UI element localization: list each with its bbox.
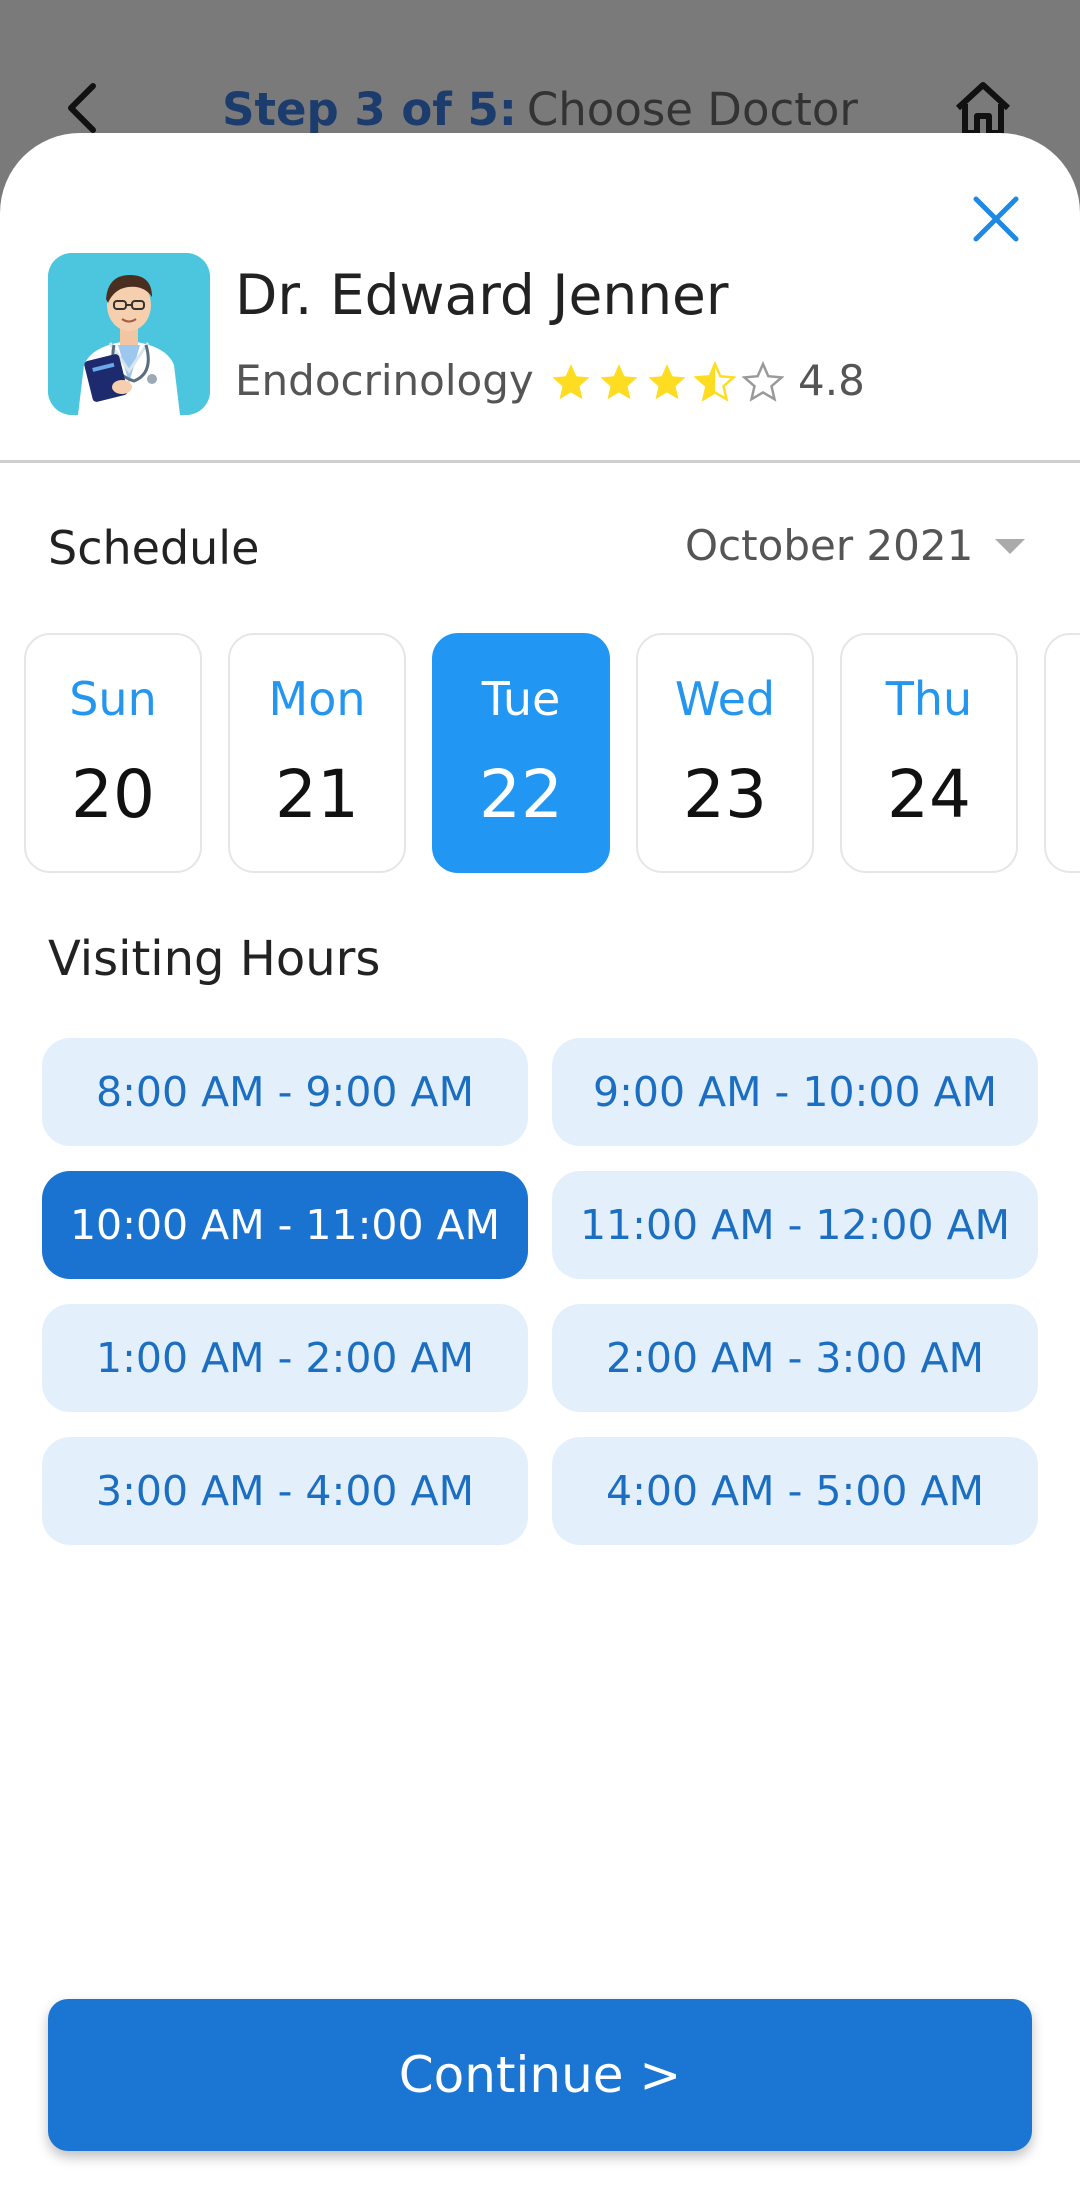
day-number: 21 bbox=[275, 756, 359, 833]
time-slot-button[interactable]: 10:00 AM - 11:00 AM bbox=[42, 1171, 528, 1279]
time-slot-button[interactable]: 9:00 AM - 10:00 AM bbox=[552, 1038, 1038, 1146]
doctor-specialty: Endocrinology bbox=[235, 356, 534, 405]
day-card[interactable]: Thu 24 bbox=[840, 633, 1018, 873]
day-name: Mon bbox=[268, 672, 366, 726]
day-number: 24 bbox=[887, 756, 971, 833]
star-full-icon bbox=[648, 364, 686, 400]
time-slot-button[interactable]: 3:00 AM - 4:00 AM bbox=[42, 1437, 528, 1545]
day-card[interactable] bbox=[1044, 633, 1080, 873]
doctor-name: Dr. Edward Jenner bbox=[235, 263, 729, 327]
continue-button[interactable]: Continue > bbox=[48, 1999, 1032, 2151]
month-dropdown[interactable]: October 2021 bbox=[685, 516, 1026, 576]
day-number: 20 bbox=[71, 756, 155, 833]
month-label: October 2021 bbox=[685, 521, 974, 570]
doctor-schedule-sheet: Dr. Edward Jenner Endocrinology 4.8 Sche… bbox=[0, 133, 1080, 2199]
schedule-heading: Schedule bbox=[48, 521, 260, 575]
doctor-illustration bbox=[48, 253, 210, 415]
doctor-header: Dr. Edward Jenner Endocrinology 4.8 bbox=[0, 133, 1080, 463]
day-card[interactable]: Tue 22 bbox=[432, 633, 610, 873]
home-icon[interactable] bbox=[952, 78, 1014, 140]
time-slot-button[interactable]: 2:00 AM - 3:00 AM bbox=[552, 1304, 1038, 1412]
day-name: Tue bbox=[481, 672, 561, 726]
time-slot-grid: 8:00 AM - 9:00 AM 9:00 AM - 10:00 AM 10:00… bbox=[42, 1038, 1038, 1545]
day-card[interactable]: Sun 20 bbox=[24, 633, 202, 873]
rating-value: 4.8 bbox=[798, 356, 865, 405]
star-full-icon bbox=[600, 364, 638, 400]
star-half-icon bbox=[694, 361, 736, 402]
divider bbox=[0, 460, 1080, 463]
day-name: Wed bbox=[674, 672, 776, 726]
star-empty-icon bbox=[742, 361, 784, 402]
day-name: Sun bbox=[69, 672, 157, 726]
day-number: 22 bbox=[479, 756, 563, 833]
step-title: Choose Doctor bbox=[526, 83, 858, 136]
day-card[interactable]: Mon 21 bbox=[228, 633, 406, 873]
time-slot-button[interactable]: 8:00 AM - 9:00 AM bbox=[42, 1038, 528, 1146]
day-number: 23 bbox=[683, 756, 767, 833]
visiting-hours-heading: Visiting Hours bbox=[48, 931, 381, 987]
day-card[interactable]: Wed 23 bbox=[636, 633, 814, 873]
day-picker: Sun 20 Mon 21 Tue 22 Wed 23 Thu 24 bbox=[24, 633, 1080, 873]
rating-stars bbox=[550, 357, 784, 407]
step-indicator: Step 3 of 5: bbox=[222, 83, 517, 136]
time-slot-button[interactable]: 4:00 AM - 5:00 AM bbox=[552, 1437, 1038, 1545]
time-slot-button[interactable]: 1:00 AM - 2:00 AM bbox=[42, 1304, 528, 1412]
day-name: Thu bbox=[885, 672, 973, 726]
star-full-icon bbox=[552, 364, 590, 400]
page-title: Step 3 of 5: Choose Doctor bbox=[0, 80, 1080, 140]
time-slot-button[interactable]: 11:00 AM - 12:00 AM bbox=[552, 1171, 1038, 1279]
doctor-avatar bbox=[48, 253, 210, 415]
chevron-down-icon bbox=[995, 538, 1026, 554]
